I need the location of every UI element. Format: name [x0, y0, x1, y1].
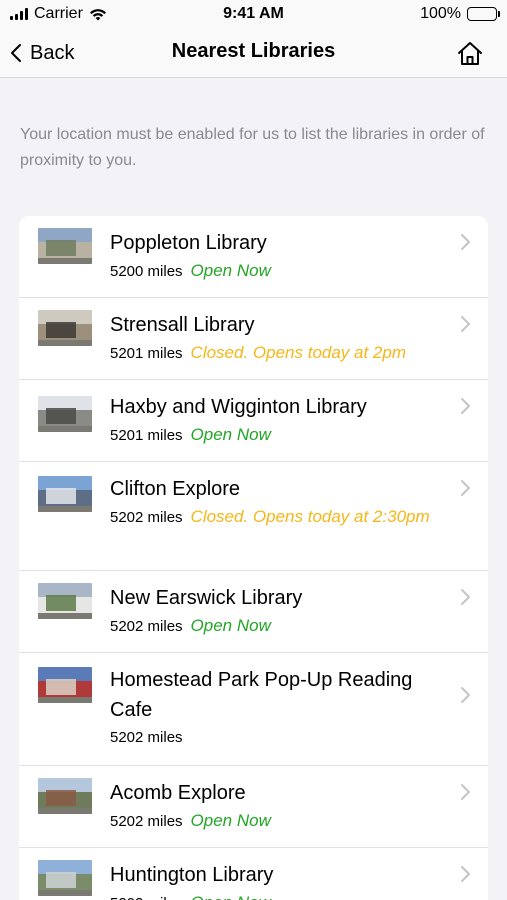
library-row[interactable]: Clifton Explore 5202 miles Closed. Opens t…: [19, 462, 488, 571]
library-distance: 5202 miles: [110, 618, 183, 635]
library-distance: 5202 miles: [110, 729, 183, 746]
library-row[interactable]: Huntington Library 5202 miles Open Now: [19, 848, 488, 900]
page-title: Nearest Libraries: [171, 40, 336, 62]
library-row[interactable]: Acomb Explore 5202 miles Open Now: [19, 766, 488, 848]
library-status: Open Now: [190, 261, 271, 280]
location-notice: Your location must be enabled for us to …: [20, 126, 485, 169]
library-meta: 5200 miles Open Now: [110, 258, 440, 285]
library-distance: 5201 miles: [110, 427, 183, 444]
chevron-right-icon: [461, 316, 470, 332]
library-status: Open Now: [190, 616, 271, 635]
library-name: Huntington Library: [110, 864, 274, 886]
library-photo: [38, 860, 92, 896]
library-meta: 5202 miles Open Now: [110, 613, 440, 640]
library-status: Open Now: [190, 425, 271, 444]
battery-icon: [467, 7, 500, 21]
library-distance: 5202 miles: [110, 813, 183, 830]
library-status: Closed. Opens today at 2:30pm: [190, 507, 430, 526]
library-distance: 5202 miles: [110, 509, 183, 526]
library-status: Closed. Opens today at 2pm: [190, 343, 407, 362]
library-distance: 5200 miles: [110, 263, 183, 280]
library-meta: 5201 miles Open Now: [110, 422, 440, 449]
library-meta: 5201 miles Closed. Opens today at 2pm: [110, 340, 440, 367]
library-distance: 5202 miles: [110, 895, 183, 900]
chevron-right-icon: [461, 589, 470, 605]
library-photo: [38, 396, 92, 432]
library-photo: [38, 476, 92, 512]
library-name: Acomb Explore: [110, 782, 246, 804]
library-photo: [38, 228, 92, 264]
chevron-right-icon: [461, 234, 470, 250]
library-row[interactable]: Homestead Park Pop-Up Reading Cafe 5202 m…: [19, 653, 488, 766]
battery-percent: 100%: [420, 5, 461, 22]
chevron-right-icon: [461, 687, 470, 703]
chevron-right-icon: [461, 866, 470, 882]
library-status: Open Now: [191, 893, 271, 900]
library-status: Open Now: [190, 811, 271, 830]
library-row[interactable]: Poppleton Library 5200 miles Open Now: [19, 216, 488, 298]
library-row[interactable]: Strensall Library 5201 miles Closed. Opens…: [19, 298, 488, 380]
library-name: New Earswick Library: [110, 587, 303, 609]
library-name: Strensall Library: [110, 314, 255, 336]
battery-indicator: 100%: [420, 5, 500, 23]
library-photo: [38, 310, 92, 346]
library-distance: 5201 miles: [110, 345, 183, 362]
library-meta: 5202 miles Open Now: [110, 808, 440, 835]
status-bar: Carrier 9:41 AM 100%: [0, 0, 507, 30]
library-photo: [38, 778, 92, 814]
library-photo: [38, 667, 92, 703]
library-name: Homestead Park Pop-Up Reading Cafe: [110, 669, 413, 721]
library-name: Haxby and Wigginton Library: [110, 396, 367, 418]
library-name: Poppleton Library: [110, 232, 267, 254]
library-meta: 5202 miles: [110, 725, 440, 751]
library-list: Poppleton Library 5200 miles Open Now Stren…: [19, 216, 488, 900]
library-name: Clifton Explore: [110, 478, 241, 500]
chevron-right-icon: [461, 398, 470, 414]
chevron-right-icon: [461, 784, 470, 800]
navigation-bar: Back Nearest Libraries: [0, 30, 507, 78]
home-icon[interactable]: [455, 39, 485, 69]
library-row[interactable]: Haxby and Wigginton Library 5201 miles Ope…: [19, 380, 488, 462]
library-meta: 5202 miles Closed. Opens today at 2:30pm: [110, 504, 440, 531]
chevron-right-icon: [461, 480, 470, 496]
library-meta: 5202 miles Open Now: [110, 890, 440, 900]
library-row[interactable]: New Earswick Library 5202 miles Open Now: [19, 571, 488, 653]
library-photo: [38, 583, 92, 619]
